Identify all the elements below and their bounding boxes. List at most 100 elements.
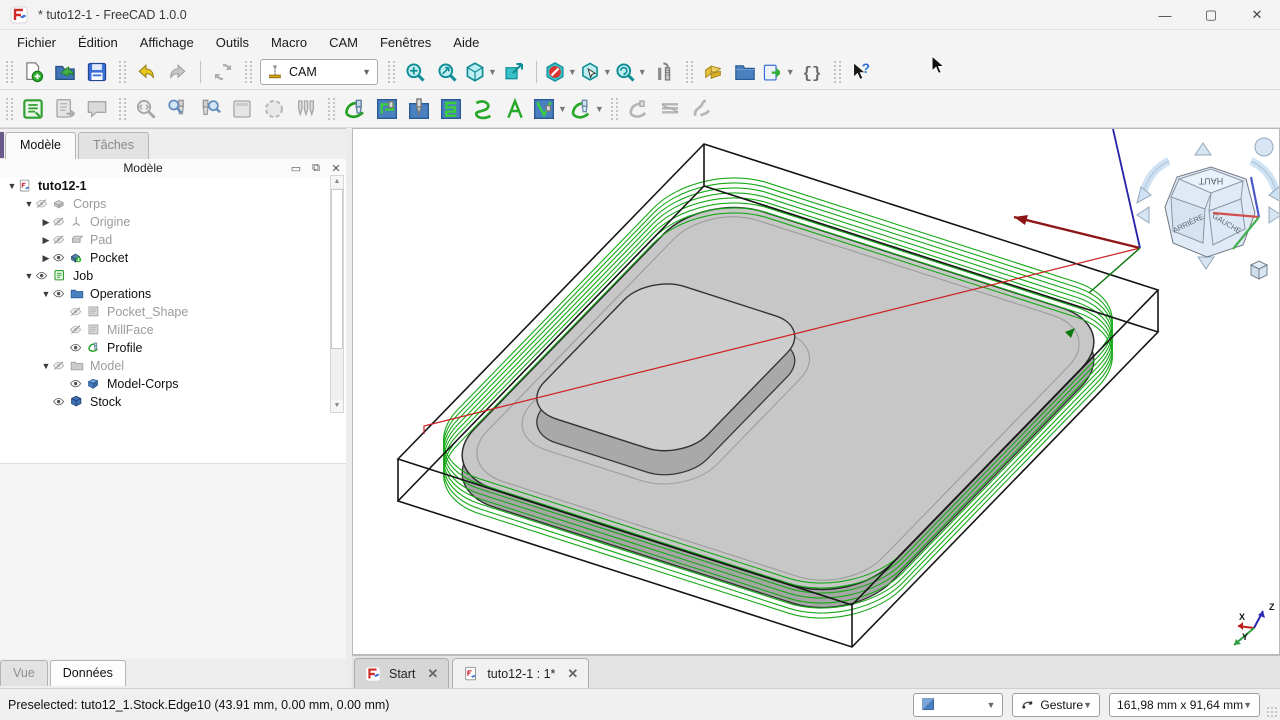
view-fit-selection-button[interactable]	[432, 57, 462, 87]
visibility-off-icon[interactable]	[52, 215, 68, 229]
menu-cam[interactable]: CAM	[318, 32, 369, 53]
expression-editor-button[interactable]: {}	[797, 57, 827, 87]
tree-item-stock[interactable]: Stock	[0, 393, 346, 411]
view-sync-button[interactable]	[499, 57, 529, 87]
tree-item-pocket-shape[interactable]: Pocket_Shape	[0, 303, 346, 321]
dimension-display[interactable]: 161,98 mm x 91,64 mm▼	[1109, 693, 1260, 717]
open-document-button[interactable]	[50, 57, 80, 87]
scroll-up-icon[interactable]: ▲	[331, 176, 343, 188]
create-part-button[interactable]	[698, 57, 728, 87]
tree-item-job[interactable]: ▼Job	[0, 267, 346, 285]
create-group-button[interactable]	[730, 57, 760, 87]
cam-op-engrave-button[interactable]	[500, 94, 530, 124]
navigation-style-selector[interactable]: Gesture▼	[1012, 693, 1100, 717]
visibility-on-icon[interactable]	[69, 341, 85, 355]
scroll-down-icon[interactable]: ▼	[331, 400, 343, 412]
view-fit-all-button[interactable]	[400, 57, 430, 87]
visibility-on-icon[interactable]	[69, 377, 85, 391]
expander-open-icon[interactable]: ▼	[23, 271, 35, 281]
visibility-off-icon[interactable]	[52, 359, 68, 373]
box-element-selection-button[interactable]: ▼	[579, 57, 612, 87]
save-document-button[interactable]	[82, 57, 112, 87]
navigation-cube[interactable]: HAUT ARRIÈRE GAUCHE	[1137, 138, 1279, 279]
cam-op-helix-button[interactable]	[468, 94, 498, 124]
draw-style-selector[interactable]: ▼	[913, 693, 1003, 717]
dock-minimize-icon[interactable]: ▭	[286, 162, 306, 175]
3d-scene[interactable]: HAUT ARRIÈRE GAUCHE Z X Y	[353, 129, 1279, 654]
tree-item-tuto12-1[interactable]: ▼tuto12-1	[0, 177, 346, 195]
workbench-selector[interactable]: CAM▼	[260, 59, 378, 85]
close-button[interactable]: ✕	[1234, 0, 1280, 30]
rotate-left-arrow-icon[interactable]	[1137, 187, 1151, 203]
nav-down-triangle[interactable]	[1198, 257, 1214, 269]
dock-tab-tches[interactable]: Tâches	[78, 132, 149, 159]
tree-item-pad[interactable]: ▶Pad	[0, 231, 346, 249]
scrollbar-thumb[interactable]	[331, 189, 343, 349]
tree-item-model-corps[interactable]: Model-Corps	[0, 375, 346, 393]
expander-open-icon[interactable]: ▼	[23, 199, 35, 209]
cam-op-pocket-button[interactable]	[372, 94, 402, 124]
visibility-on-icon[interactable]	[52, 395, 68, 409]
property-tab-donnes[interactable]: Données	[50, 660, 126, 686]
visibility-off-icon[interactable]	[69, 323, 85, 337]
menu-macro[interactable]: Macro	[260, 32, 318, 53]
tree-item-operations[interactable]: ▼Operations	[0, 285, 346, 303]
visibility-on-icon[interactable]	[35, 269, 51, 283]
expander-open-icon[interactable]: ▼	[6, 181, 18, 191]
minimize-button[interactable]: —	[1142, 0, 1188, 30]
close-icon[interactable]: ✕	[567, 666, 578, 682]
tree-item-origine[interactable]: ▶Origine	[0, 213, 346, 231]
menu-affichage[interactable]: Affichage	[129, 32, 205, 53]
menu-fichier[interactable]: Fichier	[6, 32, 67, 53]
cam-op-drilling-button[interactable]	[404, 94, 434, 124]
rotate-view-button[interactable]: ▼	[614, 57, 647, 87]
3d-viewport[interactable]: HAUT ARRIÈRE GAUCHE Z X Y	[352, 128, 1280, 655]
undo-button[interactable]	[131, 57, 161, 87]
menu-aide[interactable]: Aide	[442, 32, 490, 53]
tree-scrollbar[interactable]: ▲ ▼	[330, 175, 344, 413]
menu-dition[interactable]: Édition	[67, 32, 129, 53]
expander-open-icon[interactable]: ▼	[40, 361, 52, 371]
nav-cube-top-label[interactable]: HAUT	[1198, 176, 1223, 186]
menu-fentres[interactable]: Fenêtres	[369, 32, 442, 53]
new-document-button[interactable]	[18, 57, 48, 87]
close-icon[interactable]: ✕	[427, 666, 438, 682]
tree-item-pocket[interactable]: ▶Pocket	[0, 249, 346, 267]
cam-op-profile-button[interactable]	[340, 94, 370, 124]
view-isometric-button[interactable]: ▼	[464, 57, 497, 87]
expander-closed-icon[interactable]: ▶	[40, 217, 52, 228]
visibility-off-icon[interactable]	[35, 197, 51, 211]
share-button[interactable]: ▼	[762, 57, 795, 87]
dock-tab-modle[interactable]: Modèle	[5, 132, 76, 159]
nav-left-triangle[interactable]	[1137, 207, 1149, 223]
tree-item-corps[interactable]: ▼Corps	[0, 195, 346, 213]
cam-op-vcarve-button[interactable]: ▼	[532, 94, 567, 124]
menu-outils[interactable]: Outils	[205, 32, 260, 53]
property-tab-vue[interactable]: Vue	[0, 660, 48, 686]
cam-job-new-button[interactable]	[18, 94, 48, 124]
dock-close-icon[interactable]: ✕	[326, 162, 346, 175]
cam-op-deburr-button[interactable]: ▼	[569, 94, 604, 124]
tree-item-millface[interactable]: MillFace	[0, 321, 346, 339]
tree-item-profile[interactable]: Profile	[0, 339, 346, 357]
visibility-off-icon[interactable]	[52, 233, 68, 247]
visibility-on-icon[interactable]	[52, 251, 68, 265]
dock-float-icon[interactable]: ⧉	[306, 162, 326, 175]
expander-closed-icon[interactable]: ▶	[40, 235, 52, 246]
measure-button[interactable]	[649, 57, 679, 87]
mdi-tab-tuto12-1---1-[interactable]: tuto12-1 : 1*✕	[452, 658, 589, 688]
resize-grip[interactable]	[1266, 706, 1278, 718]
visibility-off-icon[interactable]	[69, 305, 85, 319]
expander-open-icon[interactable]: ▼	[40, 289, 52, 299]
maximize-button[interactable]: ▢	[1188, 0, 1234, 30]
clipping-plane-button[interactable]: ▼	[544, 57, 577, 87]
nav-circle-button[interactable]	[1255, 138, 1273, 156]
visibility-on-icon[interactable]	[52, 287, 68, 301]
whats-this-button[interactable]: ?	[846, 57, 876, 87]
tree-item-model[interactable]: ▼Model	[0, 357, 346, 375]
cam-op-face-button[interactable]	[436, 94, 466, 124]
nav-up-triangle[interactable]	[1195, 143, 1211, 155]
nav-right-triangle[interactable]	[1269, 207, 1279, 223]
expander-closed-icon[interactable]: ▶	[40, 253, 52, 264]
mdi-tab-start[interactable]: Start✕	[354, 658, 449, 688]
